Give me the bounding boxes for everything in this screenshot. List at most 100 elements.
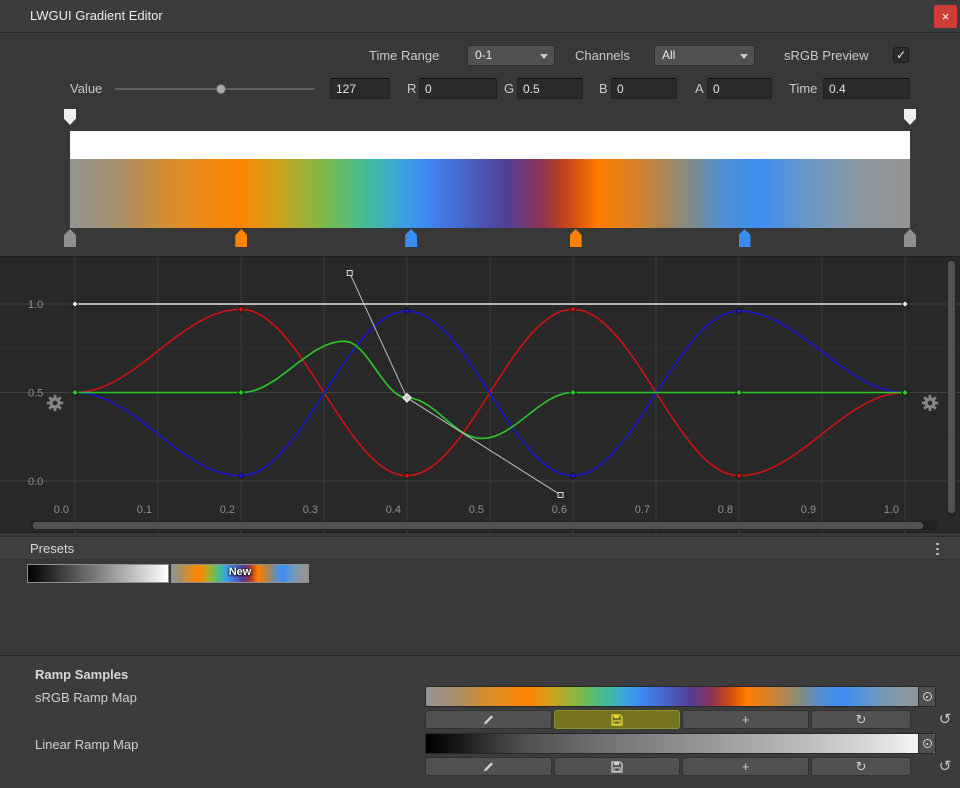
window-title: LWGUI Gradient Editor (30, 8, 163, 23)
refresh-icon: ↻ (856, 713, 867, 726)
slider-thumb[interactable] (216, 84, 226, 94)
svg-text:0.0: 0.0 (28, 476, 43, 488)
srgb-ramp-label: sRGB Ramp Map (35, 690, 137, 705)
presets-header: Presets (0, 536, 960, 560)
svg-text:0.6: 0.6 (552, 504, 567, 516)
add-button[interactable]: + (682, 757, 809, 776)
save-icon (611, 761, 623, 773)
color-key-marker[interactable] (904, 229, 916, 247)
svg-text:0.3: 0.3 (303, 504, 318, 516)
object-picker-button[interactable] (918, 687, 935, 706)
preset-swatch-new[interactable]: New (172, 565, 308, 582)
color-key-marker[interactable] (64, 229, 76, 247)
alpha-preview-bar[interactable] (70, 131, 910, 159)
refresh-icon: ↻ (856, 760, 867, 773)
svg-text:0.5: 0.5 (28, 388, 43, 400)
selected-key (403, 394, 411, 402)
object-picker-icon (923, 739, 932, 748)
pencil-icon (482, 760, 495, 773)
undo-icon: ↺ (939, 711, 952, 728)
g-label: G (504, 78, 514, 99)
grid (0, 257, 960, 534)
svg-text:0.2: 0.2 (220, 504, 235, 516)
gear-icon[interactable] (920, 393, 940, 413)
srgb-ramp-field[interactable] (425, 686, 936, 707)
color-key-marker[interactable] (405, 229, 417, 247)
edit-button[interactable] (425, 757, 552, 776)
preset-swatch-grayscale[interactable] (28, 565, 168, 582)
b-field[interactable] (611, 78, 677, 99)
time-label: Time (789, 78, 817, 99)
save-button[interactable] (554, 710, 681, 729)
refresh-button[interactable]: ↻ (811, 710, 911, 729)
undo-icon: ↺ (939, 758, 952, 775)
channels-value: All (662, 48, 675, 62)
vertical-scrollbar[interactable] (947, 259, 956, 517)
inspector-panel: Ramp Samples sRGB Ramp Map + (0, 655, 960, 788)
checkmark-icon: ✓ (896, 49, 906, 61)
svg-text:0.0: 0.0 (54, 504, 69, 516)
undo-button[interactable]: ↺ (936, 758, 954, 776)
value-label: Value (70, 78, 102, 99)
srgb-preview-checkbox[interactable]: ✓ (893, 47, 909, 63)
b-label: B (599, 78, 608, 99)
object-picker-button[interactable] (918, 734, 935, 753)
axis-labels: 0.00.10.20.30.40.50.60.70.80.91.01.00.50… (28, 299, 899, 516)
time-field[interactable] (823, 78, 910, 99)
alpha-key-marker[interactable] (904, 109, 916, 125)
linear-ramp-buttons: + ↻ (425, 757, 911, 776)
srgb-preview-label: sRGB Preview (784, 45, 869, 66)
refresh-button[interactable]: ↻ (811, 757, 911, 776)
tangent-handle (558, 492, 563, 497)
a-label: A (695, 78, 704, 99)
preset-name-label: New (172, 566, 308, 578)
object-picker-icon (923, 692, 932, 701)
channels-label: Channels (575, 45, 630, 66)
srgb-ramp-buttons: + ↻ (425, 710, 911, 729)
chevron-down-icon (540, 54, 548, 59)
time-range-dropdown[interactable]: 0-1 (467, 45, 555, 66)
color-key-marker[interactable] (235, 229, 247, 247)
close-button[interactable]: × (934, 5, 957, 28)
gear-icon[interactable] (45, 393, 65, 413)
kebab-menu-icon[interactable] (932, 541, 942, 557)
horizontal-scrollbar[interactable] (30, 521, 938, 530)
color-key-marker[interactable] (739, 229, 751, 247)
linear-ramp-field[interactable] (425, 733, 936, 754)
a-field[interactable] (707, 78, 772, 99)
scrollbar-thumb[interactable] (948, 261, 955, 513)
r-label: R (407, 78, 416, 99)
svg-text:0.5: 0.5 (469, 504, 484, 516)
time-range-label: Time Range (369, 45, 439, 66)
alpha-key-marker[interactable] (64, 109, 76, 125)
chevron-down-icon (740, 54, 748, 59)
value-field[interactable] (330, 78, 390, 99)
svg-text:1.0: 1.0 (28, 299, 43, 311)
color-key-row[interactable] (70, 229, 910, 248)
alpha-key-row[interactable] (70, 109, 910, 127)
scrollbar-thumb[interactable] (33, 522, 923, 529)
r-field[interactable] (419, 78, 497, 99)
color-key-marker[interactable] (570, 229, 582, 247)
ramp-samples-header: Ramp Samples (35, 667, 128, 682)
curves-canvas[interactable]: 0.00.10.20.30.40.50.60.70.80.91.01.00.50… (0, 257, 960, 534)
save-icon (611, 714, 623, 726)
gradient-preview-bar[interactable] (70, 159, 910, 228)
value-slider[interactable] (115, 79, 315, 99)
linear-ramp-label: Linear Ramp Map (35, 737, 138, 752)
close-icon: × (942, 9, 950, 24)
curve-editor[interactable]: 0.00.10.20.30.40.50.60.70.80.91.01.00.50… (0, 256, 960, 533)
svg-text:0.4: 0.4 (386, 504, 401, 516)
time-range-value: 0-1 (475, 48, 492, 62)
g-field[interactable] (517, 78, 583, 99)
edit-button[interactable] (425, 710, 552, 729)
add-button[interactable]: + (682, 710, 809, 729)
plus-icon: + (742, 760, 750, 773)
svg-text:0.7: 0.7 (635, 504, 650, 516)
svg-text:0.1: 0.1 (137, 504, 152, 516)
pencil-icon (482, 713, 495, 726)
undo-button[interactable]: ↺ (936, 711, 954, 729)
save-button[interactable] (554, 757, 681, 776)
svg-text:0.9: 0.9 (801, 504, 816, 516)
channels-dropdown[interactable]: All (654, 45, 755, 66)
